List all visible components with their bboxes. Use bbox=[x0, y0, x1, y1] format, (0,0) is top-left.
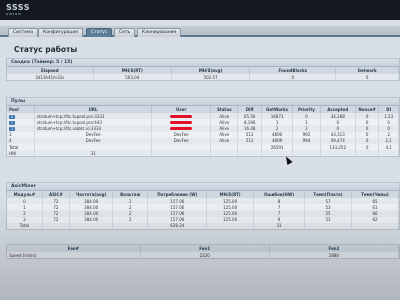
summary-header: Elapsed bbox=[7, 67, 94, 74]
pools-panel: Пулы Pool URL User Status Diff GetWorks … bbox=[6, 97, 400, 158]
monitor-bezel: SSSS VNISH bbox=[0, 0, 400, 20]
pools-table: Pool URL User Status Diff GetWorks Prior… bbox=[7, 106, 399, 157]
asic-header: Темп(Плата) bbox=[304, 191, 352, 198]
pools-header: Accepted bbox=[320, 106, 356, 113]
asic-header: Модуль# bbox=[7, 191, 43, 198]
screen: SSSS VNISH Система Конфигурация Статус Се… bbox=[0, 0, 400, 300]
pools-title: Пулы bbox=[7, 98, 399, 106]
asic-header: Вольтаж bbox=[112, 191, 149, 198]
tab-cloning[interactable]: Клонирование bbox=[137, 28, 182, 37]
summary-cell: 503.04 bbox=[93, 74, 172, 81]
tab-system[interactable]: Система bbox=[8, 28, 39, 37]
summary-table: Elapsed MH/S(RT) MH/S(avg) FoundBlocks G… bbox=[7, 67, 399, 81]
tab-status[interactable]: Статус bbox=[86, 28, 113, 37]
asic-header: Потребление (W) bbox=[147, 191, 208, 198]
logo: SSSS VNISH bbox=[6, 3, 30, 16]
pools-header: Nonce# bbox=[355, 106, 380, 113]
pools-header: User bbox=[151, 106, 212, 113]
screen-shade bbox=[0, 200, 400, 300]
asic-header: ASIC# bbox=[42, 191, 71, 198]
summary-cell: 0 bbox=[335, 74, 399, 81]
asic-header: Ошибки(HW) bbox=[253, 191, 305, 198]
asic-header: Частота(avg) bbox=[69, 191, 114, 198]
hw-label: HW bbox=[7, 150, 35, 157]
pools-header: URL bbox=[34, 106, 153, 113]
summary-header: FoundBlocks bbox=[249, 67, 337, 74]
summary-header: MH/S(RT) bbox=[93, 67, 172, 74]
pools-header: Diff bbox=[237, 106, 262, 113]
summary-header: Getwork bbox=[335, 67, 399, 74]
summary-cell: 0 bbox=[249, 74, 337, 81]
summary-title: Сводка (Таймер: 5 / 15) bbox=[7, 59, 399, 67]
hw-value: 31 bbox=[34, 150, 153, 157]
pools-header: GetWorks bbox=[261, 106, 294, 113]
tab-configuration[interactable]: Конфигурация bbox=[38, 28, 83, 37]
asicminer-title: AsicMiner bbox=[7, 183, 399, 191]
summary-header: MH/S(avg) bbox=[171, 67, 251, 74]
summary-panel: Сводка (Таймер: 5 / 15) Elapsed MH/S(RT)… bbox=[6, 58, 400, 82]
summary-cell: 502.57 bbox=[171, 74, 251, 81]
table-row-hw: HW 31 bbox=[7, 150, 399, 157]
asic-header: Темп(Чипы) bbox=[351, 191, 400, 198]
summary-cell: 3d13h41m32s bbox=[7, 74, 94, 81]
pools-header: DI bbox=[378, 106, 399, 113]
pools-header: Status bbox=[210, 106, 239, 113]
tab-network[interactable]: Сеть bbox=[114, 28, 136, 37]
pools-header: Priority bbox=[292, 106, 321, 113]
pools-header: Pool bbox=[7, 106, 35, 113]
page-title: Статус работы bbox=[14, 45, 78, 54]
tab-bar: Система Конфигурация Статус Сеть Клониро… bbox=[0, 26, 400, 37]
asic-header: MH/S(RT) bbox=[206, 191, 255, 198]
